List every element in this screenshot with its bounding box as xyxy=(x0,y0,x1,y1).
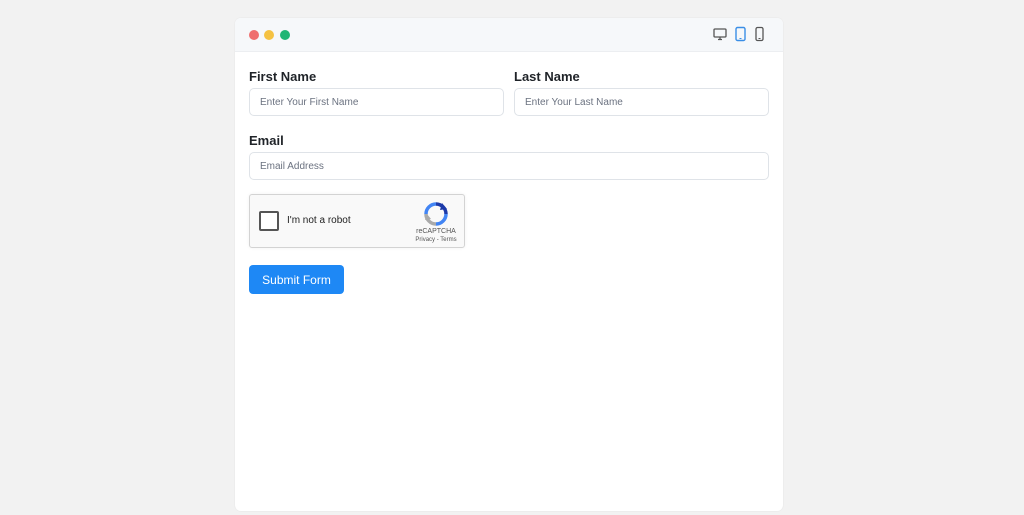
recaptcha-label: I'm not a robot xyxy=(287,215,351,226)
email-label: Email xyxy=(249,133,284,148)
minimize-window-button[interactable] xyxy=(264,30,274,40)
close-window-button[interactable] xyxy=(249,30,259,40)
recaptcha-brand: reCAPTCHA xyxy=(416,228,456,235)
email-input[interactable] xyxy=(249,152,769,180)
tablet-icon[interactable] xyxy=(735,26,746,42)
recaptcha-logo-icon xyxy=(424,202,448,226)
last-name-input[interactable] xyxy=(514,88,769,116)
maximize-window-button[interactable] xyxy=(280,30,290,40)
last-name-label: Last Name xyxy=(514,69,580,84)
recaptcha-widget: I'm not a robot reCAPTCHA Privacy - Term… xyxy=(249,194,465,248)
first-name-input[interactable] xyxy=(249,88,504,116)
submit-form-button[interactable]: Submit Form xyxy=(249,265,344,294)
browser-window: First Name Last Name Email I'm not a rob… xyxy=(235,18,783,511)
phone-icon[interactable] xyxy=(755,26,764,42)
first-name-label: First Name xyxy=(249,69,317,84)
recaptcha-privacy-terms-link[interactable]: Privacy - Terms xyxy=(401,237,471,243)
window-titlebar xyxy=(235,18,783,52)
desktop-icon[interactable] xyxy=(713,26,727,42)
recaptcha-checkbox[interactable] xyxy=(259,211,279,231)
